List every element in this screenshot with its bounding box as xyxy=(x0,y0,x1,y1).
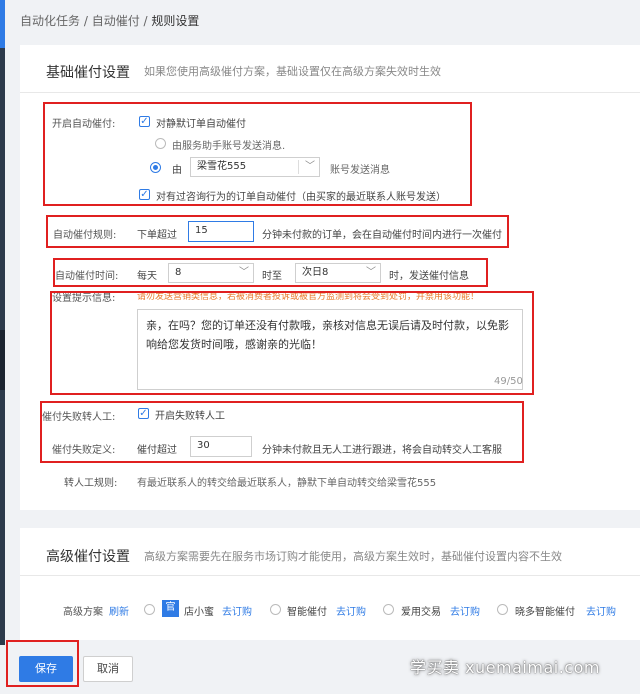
radio-specific-account[interactable] xyxy=(150,162,161,173)
time-prefix: 每天 xyxy=(137,271,157,282)
plan-radio-smart[interactable] xyxy=(270,604,281,615)
order-link-smart[interactable]: 去订购 xyxy=(336,603,366,618)
plan-radio-xiaoduo[interactable] xyxy=(497,604,508,615)
order-link-dianxiaomi[interactable]: 去订购 xyxy=(222,603,252,618)
fail-suffix: 分钟未付款且无人工进行跟进，将会自动转交人工客服 xyxy=(262,445,502,456)
transfer-checkbox-label: 开启失败转人工 xyxy=(155,411,225,422)
chevron-down-icon: ﹀ xyxy=(305,161,315,172)
advanced-plan-label: 高级方案 xyxy=(63,607,103,618)
app-sidebar-edge xyxy=(0,0,5,694)
plan-name-xiaoduo: 晓多智能催付 xyxy=(515,607,575,618)
breadcrumb: 自动化任务 / 自动催付 / 规则设置 xyxy=(20,14,200,28)
save-button[interactable]: 保存 xyxy=(19,656,73,682)
cancel-button[interactable]: 取消 xyxy=(83,656,133,682)
section-divider xyxy=(20,575,640,576)
advanced-section-desc: 高级方案需要先在服务市场订购才能使用，高级方案生效时，基础催付设置内容不生效 xyxy=(144,550,562,563)
silent-order-label: 对静默订单自动催付 xyxy=(156,119,246,130)
time-label: 自动催付时间: xyxy=(55,271,119,282)
radio-assistant-account[interactable] xyxy=(155,138,166,149)
official-badge-icon: 官 xyxy=(162,600,179,617)
account-select[interactable]: 梁雪花555 ﹀ xyxy=(190,157,320,177)
consult-order-label: 对有过咨询行为的订单自动催付（由买家的最近联系人账号发送） xyxy=(156,192,446,203)
sidebar-accent xyxy=(0,0,5,48)
rule-minutes-input[interactable]: 15 xyxy=(188,221,254,242)
fail-definition-label: 催付失败定义: xyxy=(52,445,116,456)
message-text: 亲，在吗？您的订单还没有付款哦，亲核对信息无误后请及时付款，以免影响给您发货时间… xyxy=(146,319,509,351)
basic-section-desc: 如果您使用高级催付方案，基础设置仅在高级方案失效时生效 xyxy=(144,65,441,78)
time-suffix: 时，发送催付信息 xyxy=(389,271,469,282)
chevron-down-icon: ﹀ xyxy=(366,267,376,278)
plan-name-dianxiaomi: 店小蜜 xyxy=(184,607,214,618)
rule-label: 自动催付规则: xyxy=(53,230,117,241)
fail-minutes-input[interactable]: 30 xyxy=(190,436,252,457)
transfer-rule-text: 有最近联系人的转交给最近联系人，静默下单自动转交给梁雪花555 xyxy=(137,478,437,489)
transfer-checkbox[interactable]: ✓ xyxy=(138,408,149,419)
radio-by-label: 由 xyxy=(172,165,182,176)
sidebar-marker xyxy=(0,330,5,390)
end-hour-value: 次日8 xyxy=(302,267,329,278)
consult-order-checkbox[interactable]: ✓ xyxy=(139,189,150,200)
silent-order-checkbox[interactable]: ✓ xyxy=(139,116,150,127)
account-select-value: 梁雪花555 xyxy=(197,161,247,172)
radio-assistant-label: 由服务助手账号发送消息. xyxy=(172,141,286,152)
enable-auto-payment-label: 开启自动催付: xyxy=(52,119,116,130)
message-textarea[interactable]: 亲，在吗？您的订单还没有付款哦，亲核对信息无误后请及时付款，以免影响给您发货时间… xyxy=(137,309,523,390)
plan-name-aiyong: 爱用交易 xyxy=(401,607,441,618)
account-suffix: 账号发送消息 xyxy=(330,165,390,176)
end-hour-select[interactable]: 次日8 ﹀ xyxy=(295,263,381,283)
refresh-link[interactable]: 刷新 xyxy=(109,603,129,618)
order-link-aiyong[interactable]: 去订购 xyxy=(450,603,480,618)
advanced-settings-card xyxy=(20,528,640,640)
start-hour-select[interactable]: 8 ﹀ xyxy=(168,263,254,283)
breadcrumb-item-automation[interactable]: 自动化任务 xyxy=(20,14,80,28)
transfer-label: 催付失败转人工: xyxy=(42,412,116,423)
plan-radio-dianxiaomi[interactable] xyxy=(144,604,155,615)
start-hour-value: 8 xyxy=(175,267,182,278)
plan-name-smart: 智能催付 xyxy=(287,607,327,618)
fail-prefix: 催付超过 xyxy=(137,445,177,456)
plan-radio-aiyong[interactable] xyxy=(383,604,394,615)
chevron-down-icon: ﹀ xyxy=(239,267,249,278)
rule-suffix: 分钟未付款的订单，会在自动催付时间内进行一次催付 xyxy=(262,230,502,241)
breadcrumb-current: 规则设置 xyxy=(151,14,200,28)
order-link-xiaoduo[interactable]: 去订购 xyxy=(586,603,616,618)
basic-section-title: 基础催付设置 xyxy=(46,65,130,81)
transfer-rule-label: 转人工规则: xyxy=(64,478,118,489)
watermark: 学买卖 xuemaimai.com xyxy=(410,658,600,677)
time-to: 时至 xyxy=(262,271,282,282)
rule-prefix: 下单超过 xyxy=(137,230,177,241)
advanced-section-title: 高级催付设置 xyxy=(46,549,130,565)
breadcrumb-item-auto-payment[interactable]: 自动催付 xyxy=(92,14,140,28)
message-counter: 49/50 xyxy=(494,376,523,387)
section-divider xyxy=(20,92,640,93)
